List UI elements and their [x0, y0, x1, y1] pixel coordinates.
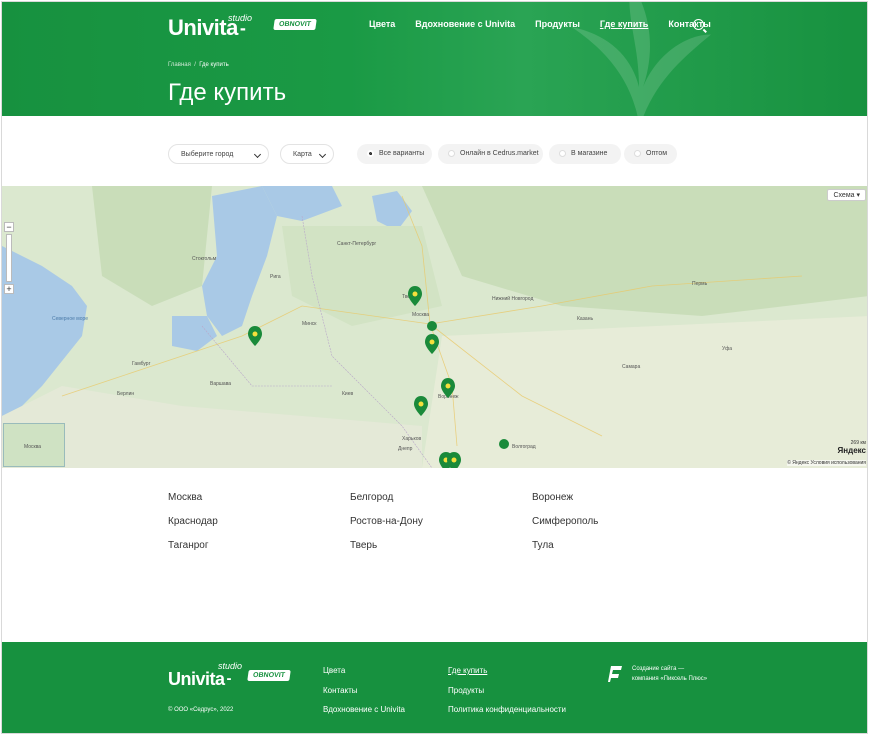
- footer-partner-logo: OBNOVIT: [247, 670, 291, 681]
- nav-colors[interactable]: Цвета: [369, 19, 395, 29]
- nav-products[interactable]: Продукты: [535, 19, 580, 29]
- city-link[interactable]: Таганрог: [168, 540, 209, 551]
- radio-icon: [559, 150, 566, 157]
- footer-link-products[interactable]: Продукты: [448, 686, 484, 695]
- city-link[interactable]: Краснодар: [168, 516, 218, 527]
- page-title: Где купить: [168, 79, 287, 106]
- filter-all-label: Все варианты: [379, 150, 425, 157]
- chevron-down-icon: [318, 150, 327, 159]
- city-link[interactable]: Воронеж: [532, 492, 573, 503]
- minimap-label: Москва: [24, 444, 42, 450]
- city-select-value: Выберите город: [181, 151, 234, 158]
- view-select-value: Карта: [293, 151, 312, 158]
- footer-copyright: © ООО «Седрус», 2022: [168, 707, 234, 713]
- filter-wholesale-label: Оптом: [646, 150, 668, 157]
- breadcrumb-home[interactable]: Главная: [168, 62, 191, 68]
- city-link[interactable]: Ростов-на-Дону: [350, 516, 423, 527]
- city-select[interactable]: Выберите город: [168, 144, 269, 164]
- map-marker[interactable]: [441, 378, 455, 398]
- city-link[interactable]: Тула: [532, 540, 554, 551]
- zoom-in-button[interactable]: +: [4, 284, 14, 294]
- partner-logo: OBNOVIT: [273, 19, 317, 30]
- developer-credit-text: Создание сайта — компания «Пиксель Плюс»: [632, 664, 707, 684]
- nav-contacts[interactable]: Контакты: [668, 19, 710, 29]
- zoom-slider[interactable]: [6, 234, 12, 282]
- footer-link-contacts[interactable]: Контакты: [323, 686, 358, 695]
- zoom-control: − +: [4, 222, 14, 294]
- map-marker[interactable]: [414, 396, 428, 416]
- map-marker[interactable]: [425, 334, 439, 354]
- map-marker[interactable]: [408, 286, 422, 306]
- yandex-logo[interactable]: Яндекс: [838, 446, 866, 455]
- search-icon[interactable]: [693, 19, 704, 30]
- footer-link-where-to-buy[interactable]: Где купить: [448, 666, 487, 675]
- developer-line-1: Создание сайта —: [632, 666, 685, 672]
- radio-selected-icon: [367, 150, 374, 157]
- footer-logo[interactable]: Univita studio - OBNOVIT: [168, 661, 291, 694]
- main-nav: Цвета Вдохновение с Univita Продукты Где…: [369, 19, 731, 29]
- radio-icon: [634, 150, 641, 157]
- footer-logo-studio: studio: [218, 661, 243, 671]
- breadcrumb-current: Где купить: [199, 62, 229, 68]
- city-link[interactable]: Москва: [168, 492, 202, 503]
- pixel-plus-icon: [608, 666, 622, 682]
- footer-link-colors[interactable]: Цвета: [323, 666, 345, 675]
- store-map[interactable]: Северное море Москва Воронеж Харьков Риг…: [2, 186, 867, 468]
- radio-icon: [448, 150, 455, 157]
- nav-inspiration[interactable]: Вдохновение с Univita: [415, 19, 515, 29]
- city-link[interactable]: Симферополь: [532, 516, 598, 527]
- filter-wholesale[interactable]: Оптом: [624, 144, 677, 164]
- filter-store[interactable]: В магазине: [549, 144, 621, 164]
- nav-where-to-buy[interactable]: Где купить: [600, 19, 648, 29]
- footer-logo-text: Univita: [168, 669, 225, 689]
- minimap[interactable]: Москва: [3, 423, 65, 467]
- logo-studio: studio: [228, 13, 253, 23]
- breadcrumb: Главная / Где купить: [168, 62, 229, 68]
- zoom-out-button[interactable]: −: [4, 222, 14, 232]
- map-marker[interactable]: [499, 439, 509, 449]
- map-marker[interactable]: [427, 321, 437, 331]
- developer-line-2: компания «Пиксель Плюс»: [632, 676, 708, 682]
- city-link[interactable]: Тверь: [350, 540, 377, 551]
- filter-online[interactable]: Онлайн в Cedrus.market: [438, 144, 543, 164]
- filter-all[interactable]: Все варианты: [357, 144, 432, 164]
- city-link[interactable]: Белгород: [350, 492, 393, 503]
- logo[interactable]: Univita studio - OBNOVIT: [168, 13, 317, 43]
- map-layer-button[interactable]: Схема ▾: [827, 189, 866, 201]
- map-markers: [248, 286, 509, 468]
- footer-link-privacy[interactable]: Политика конфиденциальности: [448, 705, 566, 714]
- map-copyright[interactable]: © Яндекс Условия использования: [787, 460, 866, 466]
- map-marker[interactable]: [447, 452, 461, 468]
- hero-header: Univita studio - OBNOVIT Цвета Вдохновен…: [2, 2, 867, 116]
- filter-store-label: В магазине: [571, 150, 608, 157]
- breadcrumb-separator: /: [194, 62, 196, 68]
- chevron-down-icon: [253, 150, 262, 159]
- filter-online-label: Онлайн в Cedrus.market: [460, 150, 539, 157]
- page: Univita studio - OBNOVIT Цвета Вдохновен…: [1, 1, 868, 734]
- view-select[interactable]: Карта: [280, 144, 334, 164]
- footer-link-inspiration[interactable]: Вдохновение с Univita: [323, 705, 405, 714]
- footer: Univita studio - OBNOVIT © ООО «Седрус»,…: [2, 642, 867, 733]
- map-marker[interactable]: [248, 326, 262, 346]
